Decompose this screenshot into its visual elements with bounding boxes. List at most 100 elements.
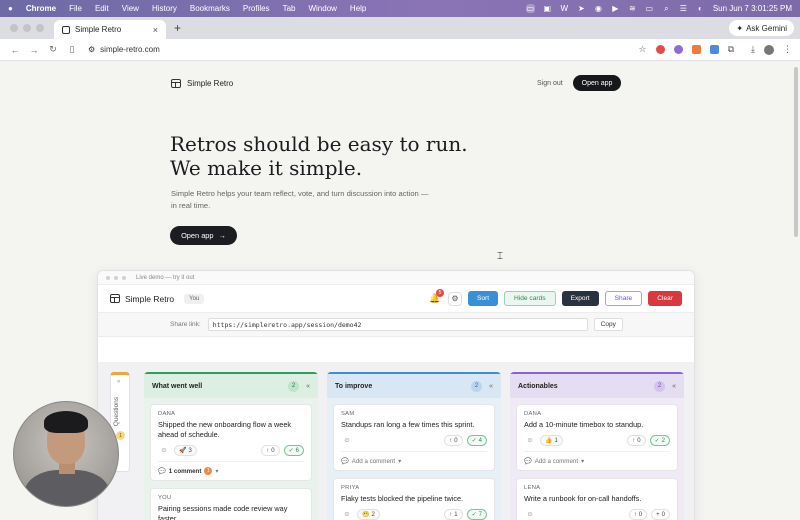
extension-icon-2[interactable] [673, 45, 683, 54]
menu-profiles[interactable]: Profiles [243, 4, 270, 13]
extension-icon-4[interactable] [709, 45, 719, 54]
status-app-icon[interactable]: ▣ [543, 4, 552, 13]
tab-close-icon[interactable]: × [153, 25, 158, 35]
upvote-button[interactable]: ↑ 0 [627, 435, 646, 446]
retro-card[interactable]: PRIYA Flaky tests blocked the pipeline t… [333, 478, 495, 520]
address-bar[interactable]: ⚙ simple-retro.com [88, 45, 160, 54]
browser-tab-active[interactable]: Simple Retro × [54, 20, 166, 39]
download-icon[interactable]: ⤓ [751, 44, 755, 55]
column-cards: SAM Standups ran long a few times this s… [327, 398, 501, 520]
sort-button[interactable]: Sort [467, 291, 499, 306]
reaction-count: 1 [554, 437, 558, 444]
menu-bookmarks[interactable]: Bookmarks [190, 4, 230, 13]
retro-card[interactable]: DANA Shipped the new onboarding flow a w… [150, 404, 312, 481]
ask-gemini-button[interactable]: ✦ Ask Gemini [729, 20, 794, 36]
agree-button[interactable]: ✓ 4 [466, 435, 487, 446]
collapse-column-icon[interactable]: « [672, 383, 676, 390]
screen-record-icon[interactable]: ▭ [525, 4, 535, 13]
zoom-window-button[interactable] [36, 24, 44, 32]
minimize-window-button[interactable] [23, 24, 31, 32]
status-globe-icon[interactable]: ◉ [594, 4, 603, 13]
spotlight-search-icon[interactable]: ⌕ [662, 4, 671, 13]
upvote-button[interactable]: ↑ 0 [628, 509, 648, 520]
menu-edit[interactable]: Edit [95, 4, 109, 13]
apple-icon[interactable]: ● [8, 4, 13, 13]
menubar-datetime[interactable]: Sun Jun 7 3:01:25 PM [713, 4, 792, 13]
telegram-icon[interactable]: ➤ [577, 4, 586, 13]
status-w-icon[interactable]: W [560, 4, 569, 13]
bookmark-star-icon[interactable]: ☆ [639, 44, 647, 55]
add-comment-toggle[interactable]: 💬 Add a comment ▾ [341, 451, 487, 465]
notifications-button[interactable]: 🔔 5 [428, 288, 444, 306]
site-brand[interactable]: Simple Retro [171, 79, 233, 88]
site-info-icon[interactable]: ⚙ [88, 45, 95, 54]
share-button[interactable]: Share [604, 291, 643, 306]
upvote-button[interactable]: ↑ 0 [261, 445, 280, 456]
hide-cards-button[interactable]: Hide cards [504, 291, 556, 306]
card-text: Flaky tests blocked the pipeline twice. [341, 494, 464, 503]
reload-icon[interactable]: ↻ [46, 44, 60, 55]
side-panel-icon[interactable]: ▯ [65, 44, 79, 55]
tab-favicon-icon [62, 25, 70, 34]
add-reaction-icon[interactable]: ☺ [158, 445, 170, 456]
export-button[interactable]: Export [561, 291, 599, 306]
retro-card[interactable]: YOU Pairing sessions made code review wa… [150, 488, 312, 520]
collapse-column-icon[interactable]: « [489, 383, 493, 390]
add-reaction-icon[interactable]: ☺ [341, 435, 353, 446]
profile-avatar-icon[interactable] [764, 44, 774, 55]
hero-subtitle: Simple Retro helps your team reflect, vo… [171, 189, 429, 210]
menu-app-name[interactable]: Chrome [26, 4, 56, 13]
menu-window[interactable]: Window [308, 4, 336, 13]
battery-icon[interactable]: ▭ [645, 4, 654, 13]
control-center-icon[interactable]: ☰ [679, 4, 688, 13]
check-icon: ✓ [471, 512, 477, 518]
menu-history[interactable]: History [152, 4, 177, 13]
gear-icon: ⚙ [451, 294, 459, 303]
add-reaction-icon[interactable]: ☺ [524, 435, 536, 446]
back-icon[interactable]: ← [8, 45, 22, 55]
extension-icon-3[interactable] [691, 45, 701, 54]
demo-board-icon [110, 294, 120, 303]
retro-card[interactable]: LENA Write a runbook for on-call handoff… [516, 478, 678, 520]
add-comment-toggle[interactable]: 💬 Add a comment ▾ [524, 451, 670, 465]
upvote-button[interactable]: ↑ 1 [444, 509, 463, 520]
card-comments-toggle[interactable]: 💬 1 comment 1 ▾ [158, 461, 304, 475]
reaction-pill[interactable]: 😬 2 [357, 509, 380, 520]
extensions-puzzle-icon[interactable]: ⧉ [728, 44, 734, 55]
open-app-nav-button[interactable]: Open app [573, 75, 621, 91]
menu-help[interactable]: Help [350, 4, 366, 13]
reaction-pill[interactable]: 👍 1 [540, 435, 563, 446]
card-actions: ☺ ↑ 0 +0 [524, 509, 670, 520]
webcam-overlay[interactable] [13, 401, 119, 507]
extension-icon-1[interactable] [655, 45, 665, 54]
settings-button[interactable]: ⚙ [447, 291, 462, 306]
plus-vote-button[interactable]: +0 [651, 509, 670, 520]
play-icon[interactable]: ▶ [611, 4, 620, 13]
menu-view[interactable]: View [122, 4, 139, 13]
agree-button[interactable]: ✓ 6 [283, 445, 304, 456]
upvote-button[interactable]: ↑ 0 [444, 435, 463, 446]
close-window-button[interactable] [10, 24, 18, 32]
reaction-pill[interactable]: 🚀 3 [174, 445, 197, 456]
retro-card[interactable]: SAM Standups ran long a few times this s… [333, 404, 495, 471]
chrome-menu-icon[interactable]: ⋮ [783, 44, 792, 55]
menu-tab[interactable]: Tab [283, 4, 296, 13]
sign-out-link[interactable]: Sign out [537, 80, 563, 87]
retro-card[interactable]: DANA Add a 10-minute timebox to standup.… [516, 404, 678, 471]
forward-icon[interactable]: → [27, 45, 41, 55]
collapse-column-icon[interactable]: « [306, 383, 310, 390]
new-tab-button[interactable]: + [166, 21, 189, 39]
menu-file[interactable]: File [69, 4, 82, 13]
card-author: PRIYA [341, 485, 360, 491]
agree-button[interactable]: ✓ 7 [466, 509, 487, 520]
add-reaction-icon[interactable]: ☺ [524, 509, 536, 520]
copy-link-button[interactable]: Copy [593, 318, 623, 331]
share-link-input[interactable]: https://simpleretro.app/session/demo42 [207, 318, 588, 331]
clear-button[interactable]: Clear [648, 291, 682, 306]
agree-button[interactable]: ✓ 2 [649, 435, 670, 446]
add-reaction-icon[interactable]: ☺ [341, 509, 353, 520]
open-app-hero-button[interactable]: Open app → [170, 226, 237, 245]
siri-icon[interactable]: ◐ [696, 4, 705, 13]
wifi-icon[interactable]: ≋ [628, 4, 637, 13]
page-scrollbar[interactable] [794, 67, 798, 237]
